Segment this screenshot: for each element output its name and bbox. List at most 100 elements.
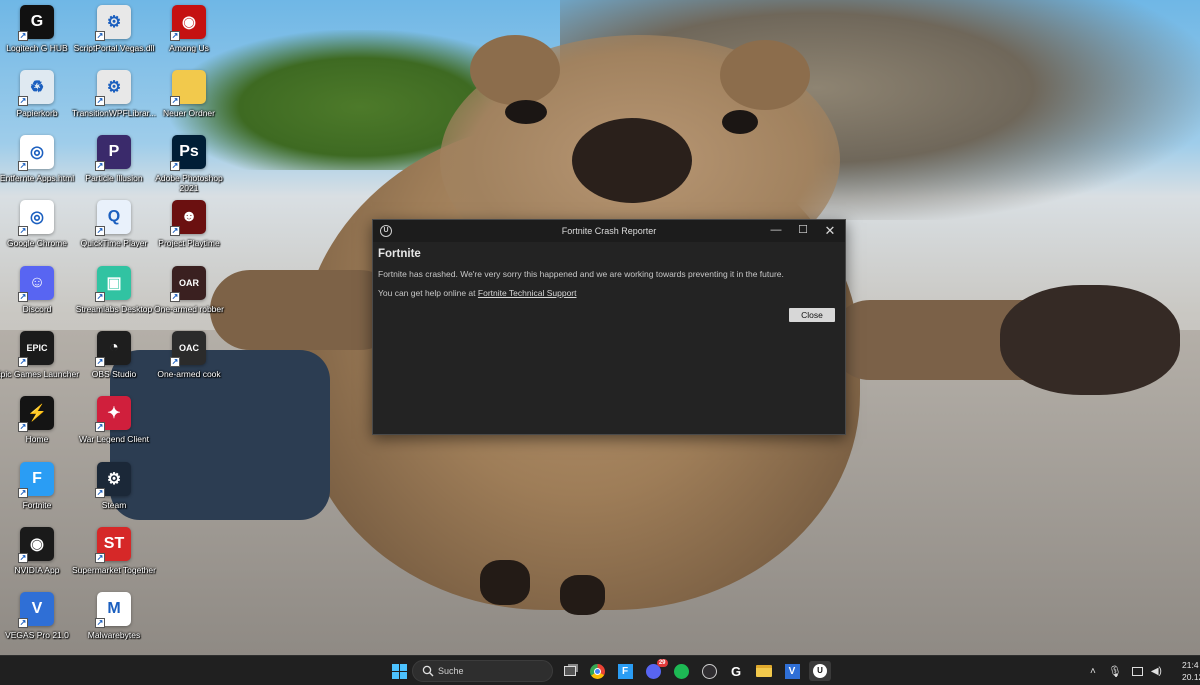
taskbar-obs[interactable] xyxy=(698,661,720,681)
fortnite-icon: F xyxy=(617,663,633,679)
desktop-icon-quicktime[interactable]: Q ↗ QuickTime Player xyxy=(75,200,153,262)
desktop-icon-nvidia[interactable]: ◉ ↗ NVIDIA App xyxy=(0,527,76,589)
chevron-up-icon[interactable]: ˄ xyxy=(1090,666,1096,677)
taskbar-clock[interactable]: 21:4 20.12.20 xyxy=(1182,659,1200,683)
icon-glyph: Ps xyxy=(179,143,199,160)
logitech-ghub-icon: G ↗ xyxy=(18,5,54,41)
crash-message: Fortnite has crashed. We're very sorry t… xyxy=(378,269,784,279)
desktop-icon-particle-illusion[interactable]: P ↗ Particle Illusion xyxy=(75,135,153,197)
desktop-icon-war-legend[interactable]: ✦ ↗ War Legend Client xyxy=(75,396,153,458)
malwarebytes-icon: M ↗ xyxy=(95,592,131,628)
desktop-icon-epic-games[interactable]: EPIC ↗ Epic Games Launcher xyxy=(0,331,79,393)
supermarket-together-icon: ST ↗ xyxy=(95,527,131,563)
icon-glyph: G xyxy=(30,13,44,30)
taskbar-vegas[interactable]: V xyxy=(781,661,803,681)
shortcut-arrow-icon: ↗ xyxy=(95,422,105,432)
desktop-icon-steam[interactable]: ⚙ ↗ Steam xyxy=(75,462,153,524)
desktop-icon-label: QuickTime Player xyxy=(80,238,148,248)
desktop-icon-label: Discord xyxy=(22,304,52,314)
icon-glyph: OAR xyxy=(179,278,199,288)
desktop-icon-project-playtime[interactable]: ☻ ↗ Project Playtime xyxy=(150,200,228,262)
minimize-button[interactable]: — xyxy=(763,220,789,242)
desktop-icon-discord[interactable]: ☺ ↗ Discord xyxy=(0,266,76,328)
home-app-icon: ⚡ ↗ xyxy=(18,396,54,432)
search-icon xyxy=(422,665,434,677)
shortcut-arrow-icon: ↗ xyxy=(95,488,105,498)
maximize-button[interactable]: ☐ xyxy=(790,220,816,242)
desktop-icon-label: Neuer Ordner xyxy=(163,108,215,118)
icon-glyph: Q xyxy=(107,208,121,225)
shortcut-arrow-icon: ↗ xyxy=(95,357,105,367)
desktop-icon-among-us[interactable]: ◉ ↗ Among Us xyxy=(150,5,228,67)
desktop-icon-label: TransitionWPFLibrar... xyxy=(71,108,157,118)
desktop-icon-obs[interactable]: ◔ ↗ OBS Studio xyxy=(75,331,153,393)
desktop-icon-one-armed-robber[interactable]: OAR ↗ One-armed robber xyxy=(150,266,228,328)
desktop-icon-vegas-pro[interactable]: V ↗ VEGAS Pro 21.0 xyxy=(0,592,76,654)
desktop-icon-folder[interactable]: ↗ Neuer Ordner xyxy=(150,70,228,132)
desktop-icon-label: War Legend Client xyxy=(78,434,150,444)
taskbar-search[interactable]: Suche xyxy=(412,660,553,682)
desktop-icon-label: Home xyxy=(25,434,49,444)
desktop-icon-logitech-ghub[interactable]: G ↗ Logitech G HUB xyxy=(0,5,76,67)
shortcut-arrow-icon: ↗ xyxy=(18,357,28,367)
desktop-icon-home-app[interactable]: ⚡ ↗ Home xyxy=(0,396,76,458)
desktop-icon-dll-file[interactable]: ⚙ ↗ ScriptPortal.Vegas.dll xyxy=(74,5,154,67)
windows-icon xyxy=(391,663,407,679)
wallpaper-quokka-ear-left xyxy=(470,35,560,105)
wallpaper-quokka-foot-right xyxy=(560,575,605,615)
taskbar-chrome[interactable] xyxy=(586,661,608,681)
vegas-pro-icon: V ↗ xyxy=(18,592,54,628)
taskbar-unreal-crash-reporter[interactable]: U xyxy=(809,661,831,681)
desktop-icon-dll-file[interactable]: ⚙ ↗ TransitionWPFLibrar... xyxy=(72,70,156,132)
project-playtime-icon: ☻ ↗ xyxy=(170,200,206,236)
chrome-icon: ◎ ↗ xyxy=(18,200,54,236)
crash-reporter-body: Fortnite Fortnite has crashed. We're ver… xyxy=(373,242,845,302)
task-view-button[interactable] xyxy=(559,661,581,681)
wallpaper-quokka-hand-right xyxy=(1000,285,1180,395)
icon-glyph: F xyxy=(32,470,42,487)
taskbar-file-explorer[interactable] xyxy=(753,661,775,681)
fortnite-icon: F ↗ xyxy=(18,462,54,498)
taskbar-spotify[interactable] xyxy=(670,661,692,681)
close-button[interactable]: Close xyxy=(789,308,835,322)
desktop-icon-label: OBS Studio xyxy=(91,369,137,379)
taskbar-discord[interactable]: 29 xyxy=(642,658,668,681)
start-button[interactable] xyxy=(388,661,410,681)
shortcut-arrow-icon: ↗ xyxy=(18,226,28,236)
shortcut-arrow-icon: ↗ xyxy=(170,31,180,41)
icon-glyph: OAC xyxy=(179,343,199,353)
epic-games-icon: EPIC ↗ xyxy=(18,331,54,367)
technical-support-link[interactable]: Fortnite Technical Support xyxy=(478,288,577,298)
desktop-icon-streamlabs[interactable]: ▣ ↗ Streamlabs Desktop xyxy=(75,266,153,328)
desktop-icon-malwarebytes[interactable]: M ↗ Malwarebytes xyxy=(75,592,153,654)
shortcut-arrow-icon: ↗ xyxy=(18,422,28,432)
streamlabs-icon: ▣ ↗ xyxy=(95,266,131,302)
taskbar-fortnite[interactable]: F xyxy=(614,661,636,681)
crash-reporter-titlebar[interactable]: U Fortnite Crash Reporter — ☐ ✕ xyxy=(373,220,845,242)
microphone-icon[interactable]: 🎙 xyxy=(1108,665,1122,678)
shortcut-arrow-icon: ↗ xyxy=(95,292,105,302)
folder-icon: ↗ xyxy=(170,70,206,106)
desktop-icon-label: Streamlabs Desktop xyxy=(75,304,153,314)
obs-icon xyxy=(701,663,717,679)
window-close-button[interactable]: ✕ xyxy=(817,220,843,242)
clock-time: 21:4 xyxy=(1182,660,1199,670)
quicktime-icon: Q ↗ xyxy=(95,200,131,236)
taskbar-logitech[interactable]: G xyxy=(725,661,747,681)
volume-icon[interactable]: ◀) xyxy=(1151,666,1162,677)
desktop-icon-fortnite[interactable]: F ↗ Fortnite xyxy=(0,462,76,524)
desktop-icon-photoshop[interactable]: Ps ↗ Adobe Photoshop 2021 xyxy=(150,135,228,197)
desktop-icon-html-file[interactable]: ◎ ↗ Entfernte Apps.html xyxy=(0,135,76,197)
desktop-icon-one-armed-cook[interactable]: OAC ↗ One-armed cook xyxy=(150,331,228,393)
icon-glyph: ◉ xyxy=(182,14,196,31)
photoshop-icon: Ps ↗ xyxy=(170,135,206,171)
desktop-icon-label: Epic Games Launcher xyxy=(0,369,80,379)
desktop-icon-chrome[interactable]: ◎ ↗ Google Chrome xyxy=(0,200,76,262)
desktop-icon-label: Supermarket Together xyxy=(72,565,156,575)
network-icon[interactable] xyxy=(1131,666,1143,676)
help-text: You can get help online at Fortnite Tech… xyxy=(378,288,840,298)
icon-glyph: ◔ xyxy=(109,339,119,356)
desktop-icon-recycle-bin[interactable]: ♻ ↗ Papierkorb xyxy=(0,70,76,132)
steam-icon: ⚙ ↗ xyxy=(95,462,131,498)
desktop-icon-supermarket-together[interactable]: ST ↗ Supermarket Together xyxy=(72,527,156,589)
